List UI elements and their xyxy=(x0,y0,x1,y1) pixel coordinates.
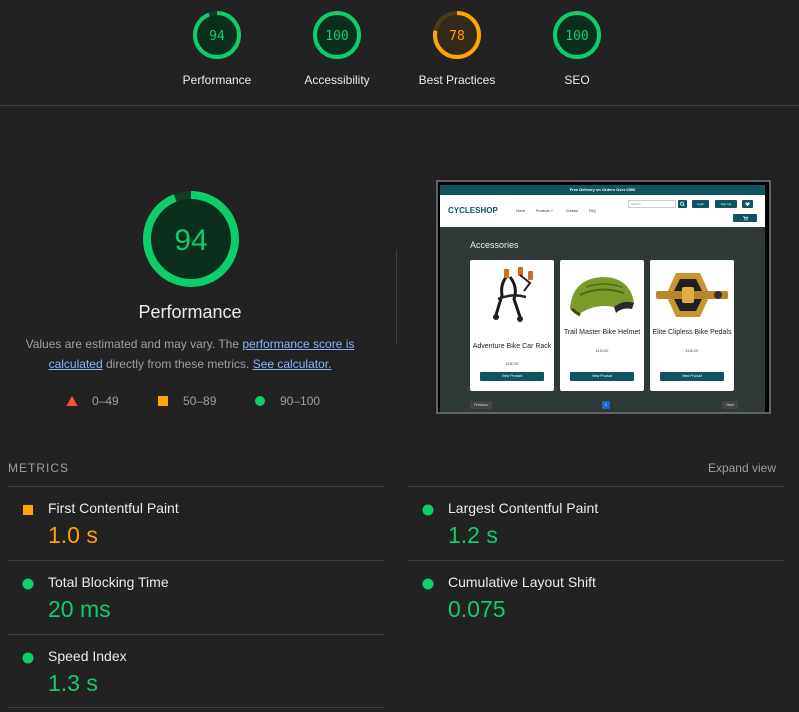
circle-icon xyxy=(255,396,265,406)
view-product-button: View Product xyxy=(660,372,724,381)
screenshot-product-card: Adventure Bike Car Rack £180.00 View Pro… xyxy=(470,260,554,391)
gauge-accessibility[interactable]: 100 Accessibility xyxy=(277,10,397,87)
gauge-score: 78 xyxy=(449,29,465,44)
screenshot-nav-faq: FAQ xyxy=(589,209,597,213)
category-summary-bar: 94 Performance 100 Accessibility 78 Best… xyxy=(0,0,799,106)
legend-average: 50–89 xyxy=(157,394,216,408)
performance-score: 94 xyxy=(174,224,207,257)
screenshot-navbar: CYCLESHOP Home Products ˅ Contact FAQ Se… xyxy=(440,195,765,227)
metric-label: Largest Contentful Paint xyxy=(448,500,599,516)
search-icon xyxy=(680,201,685,207)
bike-rack-image xyxy=(493,267,533,322)
screenshot-page: Free Delivery on Orders Over £500 CYCLES… xyxy=(440,185,765,412)
metric-value: 20 ms xyxy=(48,596,111,622)
square-icon xyxy=(23,505,33,515)
metric-label: Speed Index xyxy=(48,648,127,664)
gauge-score: 100 xyxy=(565,29,588,44)
gauge-label: Performance xyxy=(182,73,252,87)
gauge-score: 94 xyxy=(209,29,225,44)
description-text: directly from these metrics. xyxy=(102,357,253,371)
gauge-seo[interactable]: 100 SEO xyxy=(517,10,637,87)
screenshot-search: Search xyxy=(628,200,676,208)
metric-label: Cumulative Layout Shift xyxy=(448,574,596,590)
metric-value: 0.075 xyxy=(448,596,506,622)
circle-icon xyxy=(422,504,434,516)
gauge-label: Accessibility xyxy=(304,73,370,87)
square-icon xyxy=(158,396,168,406)
legend-pass: 90–100 xyxy=(254,394,320,408)
gauge-label: SEO xyxy=(564,73,590,87)
metric-lcp[interactable]: Largest Contentful Paint 1.2 s xyxy=(408,486,784,560)
legend-range: 50–89 xyxy=(183,394,217,408)
screenshot-product-card: Trail Master Bike Helmet £120.00 View Pr… xyxy=(560,260,644,391)
pedals-image xyxy=(656,273,728,317)
gauge-ring: 100 xyxy=(313,11,361,59)
metric-fcp[interactable]: First Contentful Paint 1.0 s xyxy=(8,486,384,560)
screenshot-next-button: Next xyxy=(722,401,738,409)
screenshot-banner: Free Delivery on Orders Over £500 xyxy=(440,185,765,195)
product-price: £120.00 xyxy=(595,349,609,353)
metric-cls[interactable]: Cumulative Layout Shift 0.075 xyxy=(408,560,784,634)
screenshot-nav-products: Products ˅ xyxy=(536,209,553,213)
expand-view-toggle[interactable]: Expand view xyxy=(708,461,776,475)
screenshot-heading: Accessories xyxy=(470,240,519,250)
screenshot-signup-button: Sign Up xyxy=(715,200,737,208)
performance-title: Performance xyxy=(138,302,242,322)
heart-icon xyxy=(745,202,750,207)
gauge-performance[interactable]: 94 Performance xyxy=(157,10,277,87)
view-product-button: View Product xyxy=(480,372,544,381)
metric-value: 1.2 s xyxy=(448,522,498,548)
cart-icon xyxy=(743,216,749,221)
gauge-best-practices[interactable]: 78 Best Practices xyxy=(397,10,517,87)
screenshot-login-button: Login xyxy=(692,200,709,208)
metric-speed-index[interactable]: Speed Index 1.3 s xyxy=(8,634,384,708)
see-calculator-link[interactable]: See calculator. xyxy=(253,357,332,371)
vertical-divider xyxy=(396,250,397,345)
legend-range: 90–100 xyxy=(280,394,321,408)
screenshot-heart-button xyxy=(742,200,753,208)
product-price: £140.00 xyxy=(685,349,699,353)
metric-label: Total Blocking Time xyxy=(48,574,169,590)
screenshot-search-button xyxy=(678,200,687,208)
metric-value: 1.3 s xyxy=(48,670,98,696)
final-screenshot[interactable]: Free Delivery on Orders Over £500 CYCLES… xyxy=(436,180,771,414)
product-price: £180.00 xyxy=(505,362,519,366)
screenshot-prev-button: Previous xyxy=(470,401,492,409)
gauge-label: Best Practices xyxy=(418,73,496,87)
gauge-ring: 78 xyxy=(433,11,481,59)
screenshot-nav-home: Home xyxy=(516,209,526,213)
product-name: Elite Clipless Bike Pedals xyxy=(652,329,732,336)
view-product-button: View Product xyxy=(570,372,634,381)
metric-tbt[interactable]: Total Blocking Time 20 ms xyxy=(8,560,384,634)
legend-range: 0–49 xyxy=(92,394,119,408)
circle-icon xyxy=(422,578,434,590)
gauge-ring: 94 xyxy=(193,11,241,59)
gauge-score: 100 xyxy=(325,29,348,44)
circle-icon xyxy=(22,578,34,590)
product-name: Trail Master Bike Helmet xyxy=(563,329,641,336)
gauge-ring: 100 xyxy=(553,11,601,59)
metric-value: 1.0 s xyxy=(48,522,98,548)
metrics-header: METRICS xyxy=(8,461,69,475)
triangle-icon xyxy=(66,396,78,406)
metrics-divider xyxy=(8,707,384,708)
screenshot-cart-button xyxy=(733,214,757,222)
circle-icon xyxy=(22,652,34,664)
performance-gauge-large: 94 xyxy=(143,191,239,287)
description-text: Values are estimated and may vary. The xyxy=(25,337,243,351)
product-name: Adventure Bike Car Rack xyxy=(472,343,552,350)
performance-description: Values are estimated and may vary. The p… xyxy=(18,334,362,374)
screenshot-logo: CYCLESHOP xyxy=(448,206,498,215)
screenshot-nav-contact: Contact xyxy=(566,209,579,213)
screenshot-page-number: 1 xyxy=(602,401,610,409)
screenshot-product-card: Elite Clipless Bike Pedals £140.00 View … xyxy=(650,260,734,391)
legend-fail: 0–49 xyxy=(66,394,119,408)
metric-label: First Contentful Paint xyxy=(48,500,179,516)
helmet-image xyxy=(570,277,634,317)
